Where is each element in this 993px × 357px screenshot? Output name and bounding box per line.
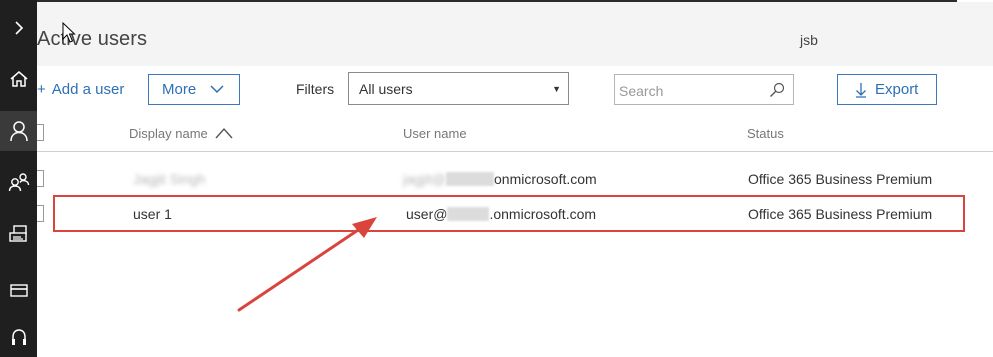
home-icon — [10, 71, 27, 87]
search-input[interactable]: Search — [614, 74, 794, 105]
add-user-label: Add a user — [51, 81, 125, 98]
filter-value: All users — [359, 80, 413, 97]
nav-users[interactable] — [0, 111, 37, 151]
chevron-down-icon — [210, 85, 224, 94]
page-header: Active users jsb — [37, 2, 993, 66]
billing-icon — [9, 284, 28, 297]
annotation-highlight-box — [53, 195, 965, 232]
app-window: Active users jsb + Add a user More Filte… — [0, 0, 993, 357]
nav-home[interactable] — [0, 59, 37, 99]
user-icon — [9, 121, 28, 142]
nav-billing[interactable] — [0, 270, 37, 310]
nav-rail — [0, 0, 37, 357]
dropdown-caret-icon: ▼ — [552, 84, 561, 94]
page-title: Active users — [37, 28, 148, 50]
headset-icon — [11, 329, 26, 345]
download-icon — [856, 82, 866, 98]
row-checkbox[interactable] — [37, 205, 44, 222]
export-button[interactable]: Export — [837, 74, 937, 105]
nav-groups[interactable] — [0, 162, 37, 202]
row-checkbox[interactable] — [37, 170, 44, 187]
column-header-user-name[interactable]: User name — [403, 126, 467, 141]
column-label-display-name: Display name — [129, 126, 208, 141]
devices-icon — [8, 225, 27, 242]
column-header-display-name[interactable]: Display name — [129, 126, 233, 141]
table-row-display-name[interactable]: Jagjit Singh — [133, 171, 205, 187]
header-divider — [37, 151, 993, 152]
redacted-user-prefix: jagjit@ — [403, 171, 447, 187]
search-placeholder: Search — [619, 83, 664, 99]
chevron-right-icon — [14, 21, 23, 35]
filters-label: Filters — [296, 81, 335, 97]
user-name-domain: onmicrosoft.com — [494, 171, 597, 187]
more-button[interactable]: More — [148, 74, 240, 105]
add-user-button[interactable]: + Add a user — [37, 74, 137, 105]
redacted-display-name: Jagjit Singh — [133, 171, 206, 187]
select-all-checkbox[interactable] — [37, 124, 44, 141]
plus-icon: + — [37, 81, 46, 98]
user-filter-select[interactable]: All users ▼ — [348, 72, 569, 105]
column-header-status[interactable]: Status — [747, 126, 784, 141]
nav-devices[interactable] — [0, 214, 37, 254]
sort-ascending-icon — [215, 127, 233, 139]
redacted-domain-block — [446, 172, 495, 186]
export-label: Export — [875, 81, 919, 98]
mouse-cursor-icon — [62, 22, 76, 43]
expand-nav-button[interactable] — [0, 8, 37, 48]
more-label: More — [162, 81, 197, 98]
search-icon[interactable] — [769, 82, 785, 98]
nav-support[interactable] — [0, 318, 37, 357]
groups-icon — [8, 173, 29, 192]
table-row-user-name: jagjit@ onmicrosoft.com — [403, 171, 597, 187]
tenant-name: jsb — [800, 32, 818, 48]
table-row-status: Office 365 Business Premium — [748, 171, 933, 187]
